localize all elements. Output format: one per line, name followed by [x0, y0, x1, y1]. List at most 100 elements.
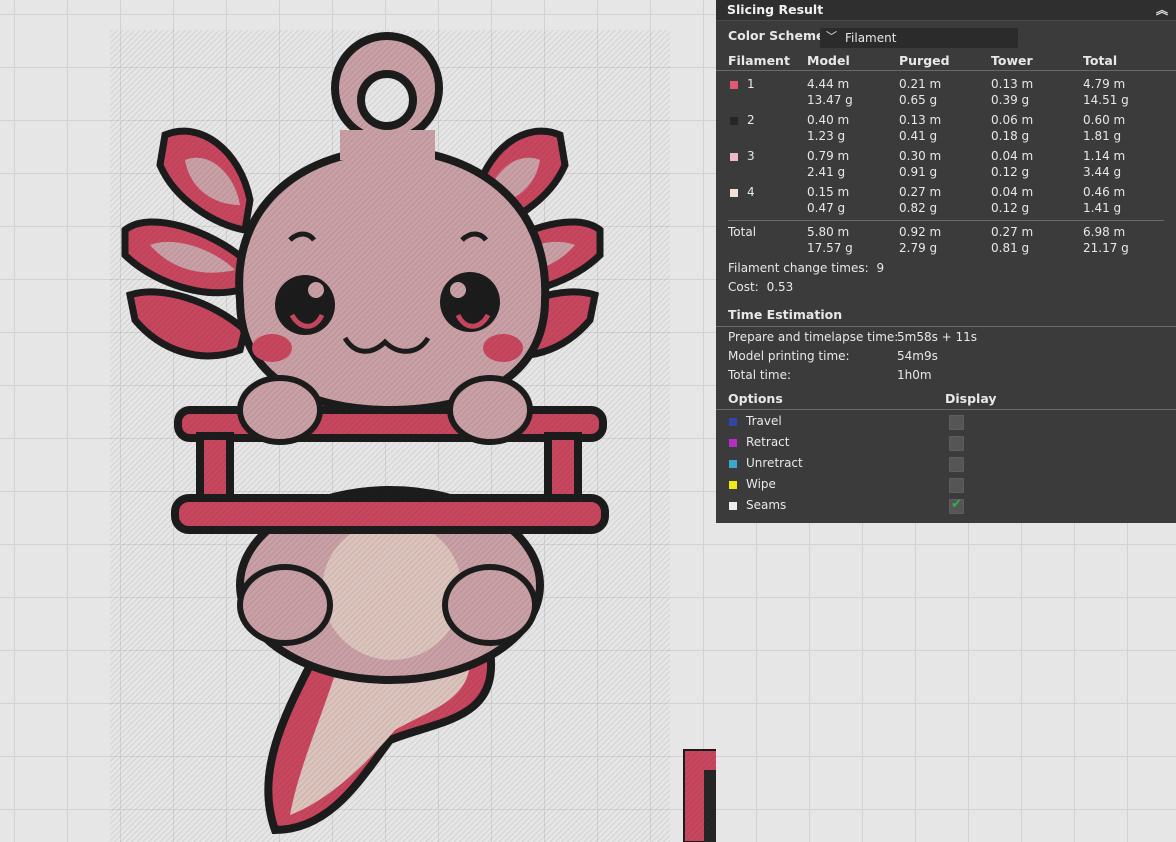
total-tower-value: 0.27 m	[991, 225, 1034, 239]
filament-tower-value: 0.18 g	[991, 129, 1030, 143]
filament-tower-value: 0.12 g	[991, 201, 1030, 215]
total-total-value: 21.17 g	[1083, 241, 1129, 255]
option-label: Unretract	[746, 456, 803, 470]
total-model-value: 17.57 g	[807, 241, 853, 255]
color-scheme-dropdown[interactable]: ﹀ Filament	[820, 28, 1018, 48]
option-color-swatch	[729, 439, 737, 447]
time-label: Total time:	[728, 368, 791, 382]
filament-tower-value: 0.04 m	[991, 185, 1034, 199]
filament-color-swatch	[730, 153, 738, 161]
double-chevron-up-icon[interactable]: ︽	[1156, 0, 1168, 20]
panel-title-text: Slicing Result	[727, 2, 824, 17]
time-value: 1h0m	[897, 368, 932, 382]
color-scheme-value: Filament	[845, 31, 897, 45]
filament-purged-value: 0.82 g	[899, 201, 938, 215]
option-color-swatch	[729, 418, 737, 426]
display-checkbox[interactable]	[949, 436, 964, 451]
filament-id: 3	[747, 149, 755, 163]
color-scheme-label: Color Scheme	[728, 28, 825, 43]
chevron-down-icon: ﹀	[826, 30, 837, 43]
filament-change-value: 9	[876, 261, 885, 275]
filament-model-value: 0.40 m	[807, 113, 850, 127]
time-label: Model printing time:	[728, 349, 850, 363]
filament-total-value: 0.46 m	[1083, 185, 1126, 199]
filament-id: 1	[747, 77, 755, 91]
time-label: Prepare and timelapse time:	[728, 330, 899, 344]
filament-total-value: 3.44 g	[1083, 165, 1122, 179]
filament-total-value: 14.51 g	[1083, 93, 1129, 107]
cost: Cost: 0.53	[728, 280, 793, 294]
filament-tower-value: 0.06 m	[991, 113, 1034, 127]
total-purged-value: 2.79 g	[899, 241, 938, 255]
filament-change-times: Filament change times: 9	[728, 261, 884, 275]
filament-purged-value: 0.30 m	[899, 149, 942, 163]
filament-total-value: 1.14 m	[1083, 149, 1126, 163]
time-value: 54m9s	[897, 349, 938, 363]
divider	[716, 70, 1176, 71]
filament-color-swatch	[730, 81, 738, 89]
column-header: Purged	[899, 53, 950, 68]
axolotl-keychain-model	[110, 30, 670, 842]
column-header: Filament	[728, 53, 790, 68]
total-total-value: 6.98 m	[1083, 225, 1126, 239]
filament-tower-value: 0.39 g	[991, 93, 1030, 107]
time-value: 5m58s + 11s	[897, 330, 978, 344]
check-icon: ✔	[951, 497, 962, 512]
filament-tower-value: 0.12 g	[991, 165, 1030, 179]
filament-model-value: 0.79 m	[807, 149, 850, 163]
option-color-swatch	[729, 481, 737, 489]
total-model-value: 5.80 m	[807, 225, 850, 239]
option-label: Retract	[746, 435, 790, 449]
option-label: Travel	[746, 414, 782, 428]
slicing-result-panel: Slicing Result ︽ Color Scheme ﹀ Filament…	[716, 0, 1176, 523]
filament-purged-value: 0.27 m	[899, 185, 942, 199]
filament-model-value: 4.44 m	[807, 77, 850, 91]
filament-purged-value: 0.13 m	[899, 113, 942, 127]
display-checkbox[interactable]	[949, 478, 964, 493]
filament-model-value: 0.47 g	[807, 201, 846, 215]
filament-id: 4	[747, 185, 755, 199]
options-title: Options	[728, 391, 783, 406]
total-tower-value: 0.81 g	[991, 241, 1030, 255]
filament-tower-value: 0.04 m	[991, 149, 1034, 163]
display-checkbox[interactable]	[949, 415, 964, 430]
filament-purged-value: 0.41 g	[899, 129, 938, 143]
panel-title: Slicing Result ︽	[716, 0, 1176, 21]
filament-model-value: 0.15 m	[807, 185, 850, 199]
option-color-swatch	[729, 502, 737, 510]
filament-purged-value: 0.91 g	[899, 165, 938, 179]
option-label: Wipe	[746, 477, 776, 491]
option-label: Seams	[746, 498, 787, 512]
filament-total-value: 1.41 g	[1083, 201, 1122, 215]
display-checkbox[interactable]: ✔	[949, 497, 964, 514]
filament-total-value: 1.81 g	[1083, 129, 1122, 143]
filament-change-label: Filament change times:	[728, 261, 869, 275]
filament-purged-value: 0.21 m	[899, 77, 942, 91]
divider	[728, 220, 1164, 221]
total-purged-value: 0.92 m	[899, 225, 942, 239]
cost-label: Cost:	[728, 280, 759, 294]
filament-total-value: 0.60 m	[1083, 113, 1126, 127]
time-estimation-title: Time Estimation	[728, 307, 843, 322]
column-header: Total	[1083, 53, 1118, 68]
filament-model-value: 2.41 g	[807, 165, 846, 179]
prime-tower	[683, 749, 716, 842]
filament-purged-value: 0.65 g	[899, 93, 938, 107]
filament-model-value: 13.47 g	[807, 93, 853, 107]
filament-model-value: 1.23 g	[807, 129, 846, 143]
display-checkbox[interactable]	[949, 457, 964, 472]
cost-value: 0.53	[766, 280, 794, 294]
display-title: Display	[945, 391, 997, 406]
option-color-swatch	[729, 460, 737, 468]
filament-color-swatch	[730, 189, 738, 197]
filament-total-value: 4.79 m	[1083, 77, 1126, 91]
filament-id: 2	[747, 113, 755, 127]
column-header: Tower	[991, 53, 1033, 68]
column-header: Model	[807, 53, 850, 68]
sliced-model-preview[interactable]	[0, 0, 716, 842]
filament-tower-value: 0.13 m	[991, 77, 1034, 91]
divider	[716, 326, 1176, 327]
total-label: Total	[728, 225, 757, 239]
filament-color-swatch	[730, 117, 738, 125]
divider	[716, 409, 1176, 410]
